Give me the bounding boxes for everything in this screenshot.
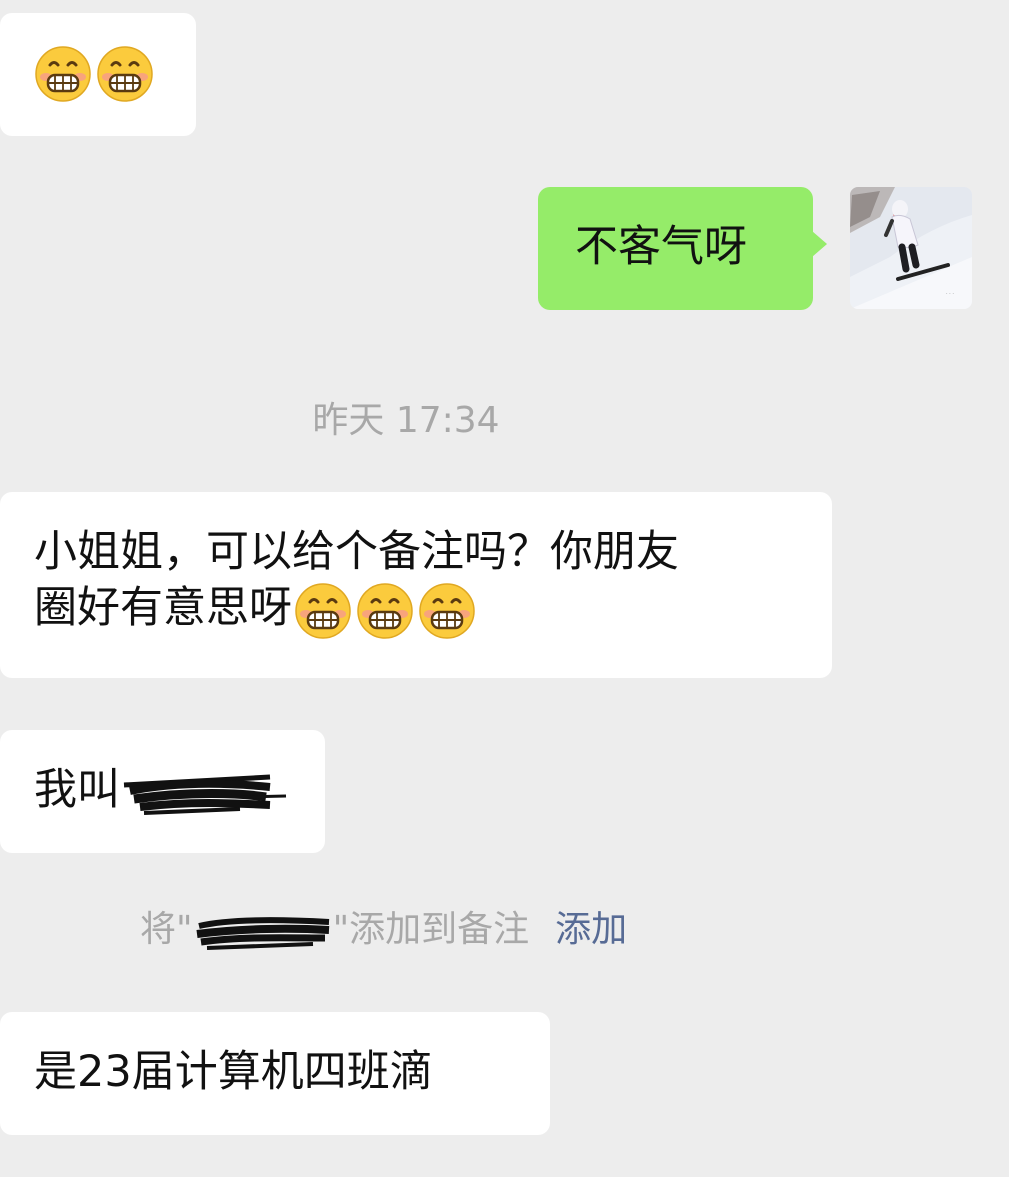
add-remark-link[interactable]: 添加 [555, 909, 627, 950]
notice-suffix: "添加到备注 [332, 909, 530, 950]
outgoing-message-bubble[interactable]: 不客气呀 [538, 187, 827, 310]
chat-area: 不客气呀 · · · 昨天 17:34 小姐姐，可以给个备注吗？你朋友 圈好有意… [0, 0, 1009, 1177]
grin-emoji-icon [34, 45, 92, 103]
snowboarder-photo-avatar-icon[interactable]: · · · [850, 187, 972, 309]
message-text: 不客气呀 [575, 222, 747, 272]
incoming-message-bubble[interactable]: 小姐姐，可以给个备注吗？你朋友 圈好有意思呀 [0, 492, 832, 678]
message-text-line: 圈好有意思呀 [34, 580, 812, 640]
incoming-message-bubble[interactable]: 是23届计算机四班滴 [0, 1012, 550, 1135]
add-remark-notice: 将" "添加到备注 添加 [140, 900, 627, 954]
grin-emoji-icon [294, 582, 352, 640]
message-text-line: 小姐姐，可以给个备注吗？你朋友 [34, 527, 679, 577]
incoming-message-bubble[interactable] [0, 13, 196, 136]
grin-emoji-icon [418, 582, 476, 640]
svg-text:· · ·: · · · [946, 291, 954, 297]
timestamp: 昨天 17:34 [312, 400, 500, 441]
grin-emoji-icon [356, 582, 414, 640]
redacted-name-scribble [120, 763, 290, 823]
grin-emoji-icon [96, 45, 154, 103]
notice-prefix: 将" [140, 909, 193, 950]
message-text: 我叫 [34, 765, 120, 815]
message-text: 是23届计算机四班滴 [34, 1047, 433, 1097]
message-text: 圈好有意思呀 [34, 583, 292, 633]
incoming-message-bubble[interactable]: 我叫 [0, 730, 325, 853]
redacted-name-scribble [193, 908, 333, 954]
